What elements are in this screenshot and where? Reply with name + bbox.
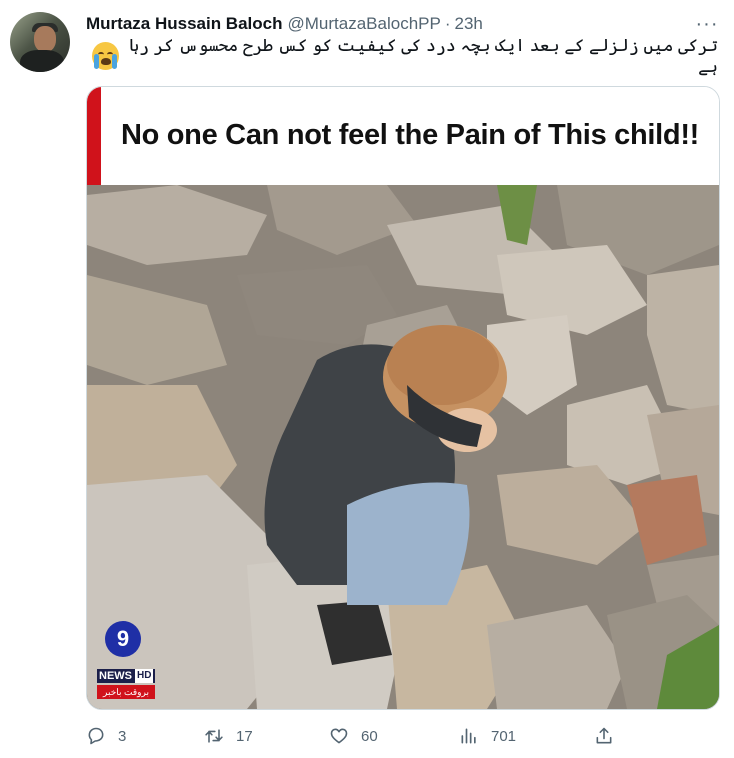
tweet-actions: 3 17 60 701	[86, 724, 718, 748]
like-button[interactable]: 60	[329, 724, 378, 748]
tweet-text-row: ترکی میں زلزلے کے بعد ایک بچہ درد کی کیف…	[86, 36, 718, 76]
tweet-header: Murtaza Hussain Baloch @MurtazaBalochPP …	[86, 13, 483, 35]
media-banner: No one Can not feel the Pain of This chi…	[87, 87, 719, 185]
news-logo-tagline: بروقت باخبر	[97, 685, 155, 699]
tweet-media[interactable]: No one Can not feel the Pain of This chi…	[86, 86, 720, 710]
media-headline: No one Can not feel the Pain of This chi…	[120, 119, 700, 151]
share-button[interactable]	[594, 724, 626, 748]
views-button[interactable]: 701	[459, 724, 516, 748]
author-handle[interactable]: @MurtazaBalochPP	[288, 14, 441, 34]
retweet-icon	[205, 729, 223, 743]
heart-icon	[330, 728, 348, 744]
retweet-button[interactable]: 17	[204, 724, 253, 748]
author-name[interactable]: Murtaza Hussain Baloch	[86, 14, 283, 34]
tweet-text: ترکی میں زلزلے کے بعد ایک بچہ درد کی کیف…	[129, 36, 718, 76]
avatar-body	[20, 50, 64, 72]
news-logo-hd: HD	[135, 669, 154, 683]
avatar[interactable]	[10, 12, 70, 72]
banner-red-bar	[87, 87, 101, 185]
reply-button[interactable]: 3	[86, 724, 126, 748]
avatar-head	[34, 26, 56, 52]
reply-icon	[88, 727, 104, 745]
separator-dot: ·	[444, 14, 451, 33]
news-logo-brand-text: NEWS	[99, 670, 132, 682]
retweet-count: 17	[236, 727, 253, 745]
news-logo-brand: NEWS HD	[97, 669, 156, 683]
analytics-icon	[461, 728, 476, 744]
like-count: 60	[361, 727, 378, 745]
reply-count: 3	[118, 727, 127, 745]
rubble-scene	[87, 185, 719, 709]
news-logo-mark: 9	[105, 621, 141, 657]
more-options-button[interactable]: ···	[692, 12, 722, 35]
more-icon: ···	[695, 12, 719, 35]
crying-face-icon	[92, 42, 120, 70]
tweet-time[interactable]: 23h	[455, 14, 483, 34]
tweet[interactable]: Murtaza Hussain Baloch @MurtazaBalochPP …	[0, 0, 734, 758]
media-photo[interactable]: 9 NEWS HD بروقت باخبر	[87, 185, 719, 709]
view-count: 701	[491, 727, 517, 745]
share-icon	[596, 727, 612, 744]
